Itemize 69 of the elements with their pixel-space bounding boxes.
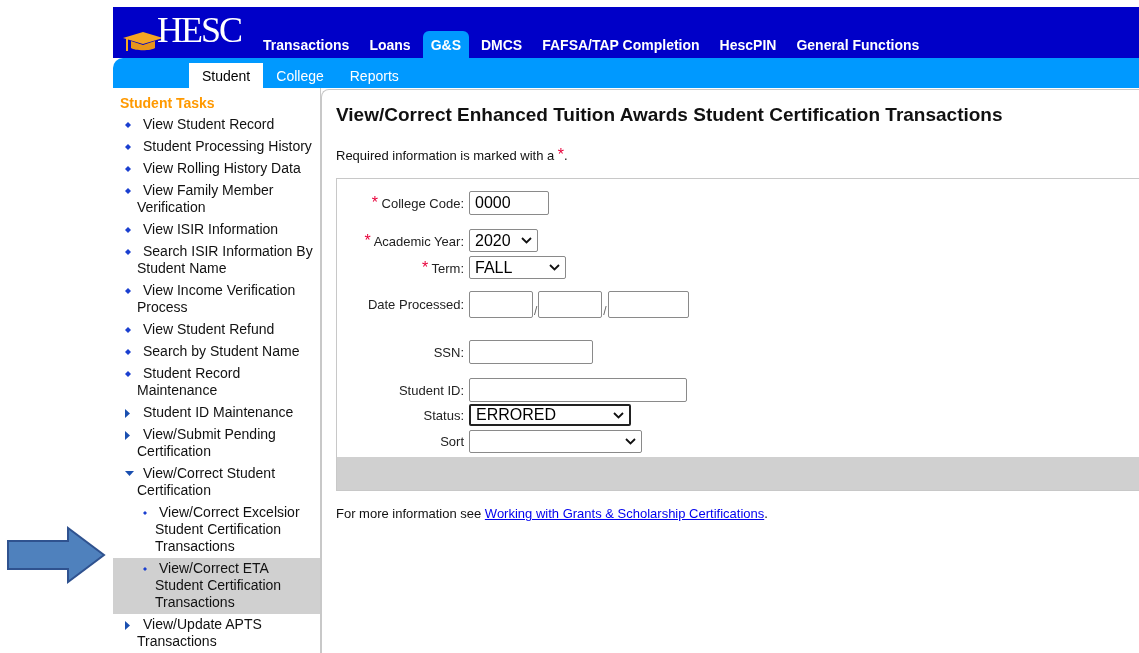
date-field[interactable] (538, 291, 603, 318)
diamond-bullet-icon (125, 288, 131, 295)
required-note: Required information is marked with a *. (336, 146, 569, 164)
nav-tab[interactable]: Transactions (255, 31, 358, 58)
diamond-bullet-icon (125, 349, 131, 356)
sidebar-item[interactable]: View Rolling History Data (113, 158, 320, 180)
nav-tab[interactable]: Loans (361, 31, 419, 58)
sidebar-item[interactable]: View/Update APTS Transactions (113, 614, 320, 653)
nav-tab[interactable]: HescPIN (711, 31, 785, 58)
date-separator: / (534, 304, 538, 318)
diamond-bullet-icon (125, 144, 131, 151)
sub-tab[interactable]: Student (189, 63, 264, 88)
sidebar-item[interactable]: View Family Member Verification (113, 180, 320, 219)
diamond-bullet-icon (125, 371, 131, 378)
dropdown-field[interactable] (469, 430, 642, 453)
field-label: Sort (439, 434, 464, 449)
nav-tab[interactable]: DMCS (473, 31, 531, 58)
sidebar-item[interactable]: View Student Refund (113, 319, 320, 341)
diamond-bullet-icon (125, 327, 131, 334)
diamond-bullet-icon (125, 249, 131, 256)
triangle-right-icon[interactable] (125, 620, 131, 630)
sidebar-subitem[interactable]: View/Correct ETA Student Certification Transactions (113, 558, 320, 614)
sidebar-item[interactable]: Search ISIR Information By Student Name (113, 241, 320, 280)
chevron-down-icon (549, 264, 560, 271)
dropdown-field[interactable]: FALL (469, 256, 566, 279)
text-field[interactable] (469, 378, 687, 402)
field-label: SSN: (432, 344, 464, 360)
sidebar-item[interactable]: View ISIR Information (113, 219, 320, 241)
field-label: * Academic Year: (363, 231, 464, 250)
text-field[interactable]: 0000 (469, 191, 549, 215)
sidebar-item[interactable]: View Student Record (113, 114, 320, 136)
dropdown-field[interactable]: ERRORED (469, 404, 631, 426)
sidebar-item[interactable]: Student ID Maintenance (113, 402, 320, 424)
field-label: Student ID: (397, 382, 464, 398)
nav-tab[interactable]: General Functions (788, 31, 928, 58)
sidebar-item[interactable]: Search by Student Name (113, 341, 320, 363)
more-info-text: For more information see Working with Grants & Scholarship Certifications. (336, 506, 769, 521)
field-label: * College Code: (370, 194, 464, 212)
sidebar-item[interactable]: View Income Verification Process (113, 280, 320, 319)
arrow-icon (6, 526, 106, 584)
triangle-down-icon[interactable] (125, 471, 134, 478)
page-title: View/Correct Enhanced Tuition Awards Student Certification Transactions (336, 104, 1004, 126)
text-field[interactable] (469, 340, 593, 364)
field-label: Date Processed: (366, 297, 464, 312)
diamond-bullet-icon (125, 188, 131, 195)
dropdown-field[interactable]: 2020 (469, 229, 538, 252)
diamond-bullet-icon (125, 122, 131, 129)
diamond-bullet-icon (125, 166, 131, 173)
dot-bullet-icon (143, 567, 147, 572)
diamond-bullet-icon (125, 227, 131, 234)
sidebar-title: Student Tasks (120, 95, 216, 111)
chevron-down-icon (625, 438, 636, 445)
triangle-right-icon[interactable] (125, 408, 131, 418)
chevron-down-icon (521, 237, 532, 244)
sidebar-item[interactable]: Student Processing History (113, 136, 320, 158)
sidebar-item[interactable]: View/Correct Student Certification (113, 463, 320, 502)
field-label: * Term: (420, 258, 464, 277)
date-field[interactable] (469, 291, 533, 318)
dot-bullet-icon (143, 511, 147, 516)
sidebar-item[interactable]: Student Record Maintenance (113, 363, 320, 402)
sidebar-item[interactable]: View/Submit Pending Certification (113, 424, 320, 463)
date-field[interactable] (607, 291, 689, 318)
hesc-logo: HESC (157, 10, 242, 50)
date-separator: / (603, 304, 607, 318)
nav-tab[interactable]: FAFSA/TAP Completion (534, 31, 708, 58)
field-label: Status: (422, 407, 464, 423)
triangle-right-icon[interactable] (125, 430, 131, 440)
chevron-down-icon (613, 411, 624, 419)
sidebar-subitem[interactable]: View/Correct Excelsior Student Certification Transactions (113, 502, 320, 558)
